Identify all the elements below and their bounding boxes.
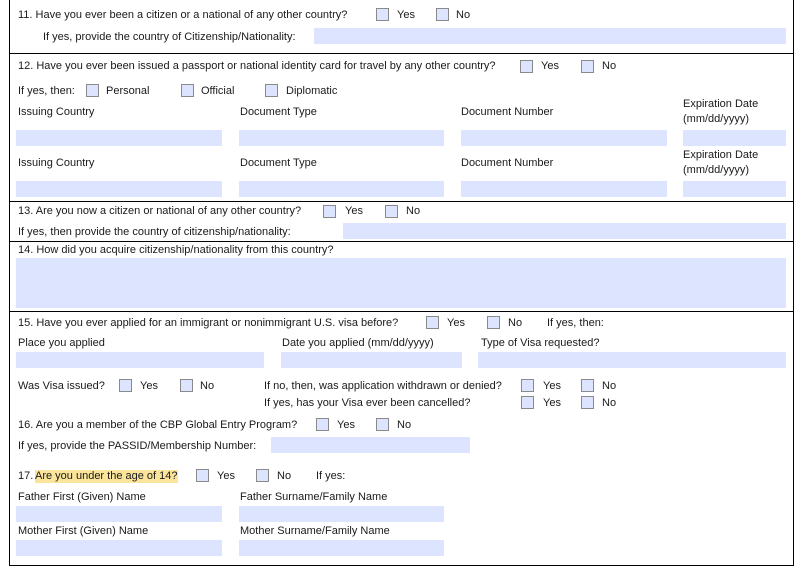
q12-issuing-country-label-1: Issuing Country xyxy=(18,106,95,118)
q12-document-number-label-1: Document Number xyxy=(461,106,554,118)
q12-expiration-label-2: Expiration Date xyxy=(683,149,759,161)
q15-place-field[interactable] xyxy=(16,352,264,368)
q12-issuing-country-label-2: Issuing Country xyxy=(18,157,95,169)
q12-yes-label: Yes xyxy=(541,60,559,72)
q13-no-label: No xyxy=(406,205,421,217)
q12-diplomatic-checkbox[interactable] xyxy=(265,84,278,97)
q15-visa-type-field[interactable] xyxy=(478,352,786,368)
q15-cancelled-yes-checkbox[interactable] xyxy=(521,396,534,409)
q12-personal-checkbox[interactable] xyxy=(86,84,99,97)
q12-document-type-field-2[interactable] xyxy=(239,181,444,197)
q12-document-type-label-1: Document Type xyxy=(240,106,317,118)
q12-document-type-label-2: Document Type xyxy=(240,157,317,169)
q16-passid-field[interactable] xyxy=(271,437,470,453)
q13-yes-label: Yes xyxy=(345,205,363,217)
q12-document-number-field-2[interactable] xyxy=(461,181,667,197)
q15-date-field[interactable] xyxy=(281,352,462,368)
q13-followup-label: If yes, then provide the country of citi… xyxy=(18,226,291,238)
q15-cancelled-no-checkbox[interactable] xyxy=(581,396,594,409)
q15-yes-checkbox[interactable] xyxy=(426,316,439,329)
q12-official-label: Official xyxy=(201,85,235,97)
q12-question: 12. Have you ever been issued a passport… xyxy=(18,60,496,72)
q15-visa-issued-no-checkbox[interactable] xyxy=(180,379,193,392)
q11-question: 11. Have you ever been a citizen or a na… xyxy=(18,9,348,21)
q17-father-first-field[interactable] xyxy=(16,506,222,522)
q11-yes-checkbox[interactable] xyxy=(376,8,389,21)
q12-no-label: No xyxy=(602,60,617,72)
q16-followup-label: If yes, provide the PASSID/Membership Nu… xyxy=(18,440,257,452)
q16-yes-checkbox[interactable] xyxy=(316,418,329,431)
q15-cancelled-no-label: No xyxy=(602,397,617,409)
q11-no-checkbox[interactable] xyxy=(436,8,449,21)
q11-followup-label: If yes, provide the country of Citizensh… xyxy=(43,31,296,43)
q16-no-checkbox[interactable] xyxy=(376,418,389,431)
q15-withdrawn-yes-checkbox[interactable] xyxy=(521,379,534,392)
q12-expiration-field-1[interactable] xyxy=(683,130,786,146)
q17-mother-surname-label: Mother Surname/Family Name xyxy=(240,525,390,537)
q15-cancelled-yes-label: Yes xyxy=(543,397,561,409)
q15-visa-issued-label: Was Visa issued? xyxy=(18,380,105,392)
q15-date-label: Date you applied (mm/dd/yyyy) xyxy=(282,337,434,349)
q17-yes-checkbox[interactable] xyxy=(196,469,209,482)
q11-yes-label: Yes xyxy=(397,9,415,21)
q15-no-label: No xyxy=(508,317,523,329)
q15-no-checkbox[interactable] xyxy=(487,316,500,329)
q13-question: 13. Are you now a citizen or national of… xyxy=(18,205,302,217)
q13-no-checkbox[interactable] xyxy=(385,205,398,218)
q12-document-number-label-2: Document Number xyxy=(461,157,554,169)
q12-expiration-format-2: (mm/dd/yyyy) xyxy=(683,164,749,176)
q12-no-checkbox[interactable] xyxy=(581,60,594,73)
q14-question: 14. How did you acquire citizenship/nati… xyxy=(18,244,334,256)
q17-mother-first-field[interactable] xyxy=(16,540,222,556)
q12-yes-checkbox[interactable] xyxy=(520,60,533,73)
q12-document-number-field-1[interactable] xyxy=(461,130,667,146)
q17-father-surname-label: Father Surname/Family Name xyxy=(240,491,388,503)
q11-country-field[interactable] xyxy=(314,28,786,44)
q15-cancelled-label: If yes, has your Visa ever been cancelle… xyxy=(264,397,471,409)
q15-withdrawn-yes-label: Yes xyxy=(543,380,561,392)
q16-yes-label: Yes xyxy=(337,419,355,431)
q12-expiration-field-2[interactable] xyxy=(683,181,786,197)
q15-yes-label: Yes xyxy=(447,317,465,329)
section-12 xyxy=(9,54,794,202)
q17-question: Are you under the age of 14? xyxy=(35,470,178,483)
q16-no-label: No xyxy=(397,419,412,431)
q12-issuing-country-field-1[interactable] xyxy=(16,130,222,146)
q12-official-checkbox[interactable] xyxy=(181,84,194,97)
q12-diplomatic-label: Diplomatic xyxy=(286,85,338,97)
q11-no-label: No xyxy=(456,9,471,21)
q15-withdrawn-label: If no, then, was application withdrawn o… xyxy=(264,380,502,392)
q13-yes-checkbox[interactable] xyxy=(323,205,336,218)
q17-no-checkbox[interactable] xyxy=(256,469,269,482)
q15-if-yes-then-label: If yes, then: xyxy=(547,317,604,329)
q15-withdrawn-no-label: No xyxy=(602,380,617,392)
q15-visa-issued-no-label: No xyxy=(200,380,215,392)
q12-expiration-label-1: Expiration Date xyxy=(683,98,759,110)
q15-withdrawn-no-checkbox[interactable] xyxy=(581,379,594,392)
q12-if-yes-label: If yes, then: xyxy=(18,85,75,97)
q12-document-type-field-1[interactable] xyxy=(239,130,444,146)
q13-country-field[interactable] xyxy=(343,223,786,239)
q12-personal-label: Personal xyxy=(106,85,150,97)
q12-expiration-format-1: (mm/dd/yyyy) xyxy=(683,113,749,125)
q17-mother-first-label: Mother First (Given) Name xyxy=(18,525,149,537)
q12-issuing-country-field-2[interactable] xyxy=(16,181,222,197)
q17-number: 17. xyxy=(18,470,34,482)
q17-mother-surname-field[interactable] xyxy=(239,540,444,556)
q17-father-surname-field[interactable] xyxy=(239,506,444,522)
q15-visa-type-label: Type of Visa requested? xyxy=(481,337,600,349)
q15-place-label: Place you applied xyxy=(18,337,105,349)
q15-question: 15. Have you ever applied for an immigra… xyxy=(18,317,399,329)
q16-question: 16. Are you a member of the CBP Global E… xyxy=(18,419,298,431)
q17-if-yes-label: If yes: xyxy=(316,470,346,482)
q15-visa-issued-yes-label: Yes xyxy=(140,380,158,392)
q17-father-first-label: Father First (Given) Name xyxy=(18,491,146,503)
q17-yes-label: Yes xyxy=(217,470,235,482)
q14-answer-field[interactable] xyxy=(16,258,786,308)
q15-visa-issued-yes-checkbox[interactable] xyxy=(119,379,132,392)
q17-no-label: No xyxy=(277,470,292,482)
